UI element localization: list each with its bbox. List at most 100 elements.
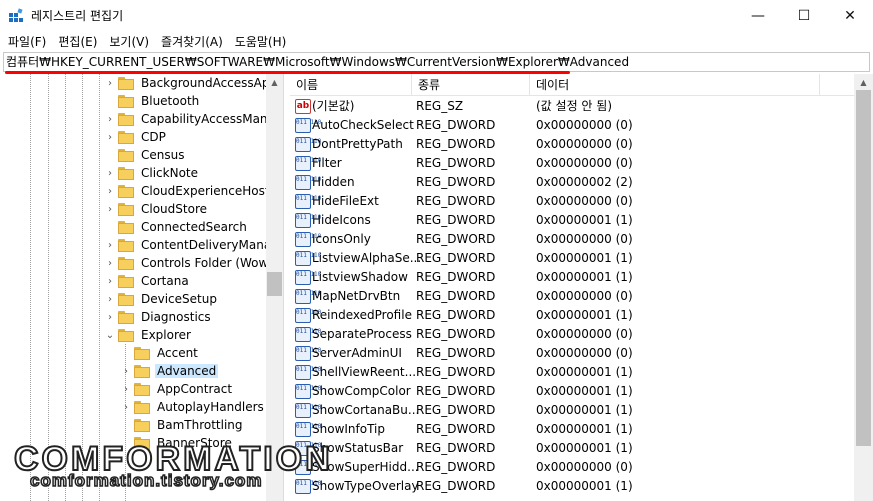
tree-item[interactable]: › DeviceSetup <box>104 290 219 308</box>
expand-chevron-icon[interactable]: › <box>120 366 132 377</box>
tree-item-label: BamThrottling <box>157 418 243 432</box>
menu-help[interactable]: 도움말(H) <box>231 33 295 50</box>
expand-chevron-icon[interactable]: › <box>104 258 116 269</box>
tree-item[interactable]: Bluetooth <box>104 92 201 110</box>
value-name: HideFileExt <box>312 194 379 208</box>
value-type: REG_DWORD <box>416 384 496 398</box>
value-data: 0x00000000 (0) <box>536 289 633 303</box>
column-header-type[interactable]: 종류 <box>412 74 530 96</box>
expand-chevron-icon[interactable]: › <box>104 240 116 251</box>
table-row[interactable]: 011 110 ShowCortanaBu... REG_DWORD 0x000000… <box>290 401 856 420</box>
expand-chevron-icon[interactable]: › <box>104 78 116 89</box>
table-row[interactable]: 011 110 HideFileExt REG_DWORD 0x00000000 (0… <box>290 192 856 211</box>
tree-item[interactable]: › Cortana <box>104 272 191 290</box>
table-row[interactable]: 011 110 Filter REG_DWORD 0x00000000 (0) <box>290 154 856 173</box>
folder-icon <box>118 148 134 162</box>
value-data: 0x00000001 (1) <box>536 270 633 284</box>
tree-item[interactable]: › BackgroundAccessAppl <box>104 74 282 92</box>
tree-item-label: AutoplayHandlers <box>157 400 264 414</box>
tree-item[interactable]: › CloudStore <box>104 200 209 218</box>
table-row[interactable]: 011 110 IconsOnly REG_DWORD 0x00000000 (0) <box>290 230 856 249</box>
expand-chevron-icon[interactable]: › <box>104 186 116 197</box>
value-type: REG_DWORD <box>416 365 496 379</box>
expand-chevron-icon[interactable]: › <box>104 132 116 143</box>
dword-value-icon: 011 110 <box>295 156 321 171</box>
values-list[interactable]: 이름 종류 데이터 ab (기본값) REG_SZ (값 설정 안 됨) 011 110… <box>290 74 873 501</box>
value-name: Filter <box>312 156 342 170</box>
menu-file[interactable]: 파일(F) <box>4 33 54 50</box>
tree-scroll-thumb[interactable] <box>267 272 282 296</box>
table-row[interactable]: 011 110 ServerAdminUI REG_DWORD 0x00000000 … <box>290 344 856 363</box>
scroll-up-arrow-icon[interactable]: ▲ <box>266 78 283 87</box>
expand-chevron-icon[interactable]: › <box>104 114 116 125</box>
minimize-button[interactable]: — <box>735 0 781 31</box>
menu-view[interactable]: 보기(V) <box>105 33 157 50</box>
table-row[interactable]: 011 110 DontPrettyPath REG_DWORD 0x00000000… <box>290 135 856 154</box>
value-type: REG_DWORD <box>416 137 496 151</box>
table-row[interactable]: 011 110 ShowSuperHidd... REG_DWORD 0x000000… <box>290 458 856 477</box>
expand-chevron-icon[interactable]: › <box>104 204 116 215</box>
expand-chevron-icon[interactable]: › <box>120 384 132 395</box>
expand-chevron-icon[interactable]: › <box>104 168 116 179</box>
tree-item[interactable]: Accent <box>120 344 200 362</box>
list-scroll-thumb[interactable] <box>856 90 871 446</box>
close-button[interactable]: ✕ <box>827 0 873 31</box>
table-row[interactable]: 011 110 Hidden REG_DWORD 0x00000002 (2) <box>290 173 856 192</box>
menu-favorites[interactable]: 즐겨찾기(A) <box>157 33 231 50</box>
value-data: 0x00000001 (1) <box>536 441 633 455</box>
value-type: REG_DWORD <box>416 308 496 322</box>
table-row[interactable]: 011 110 ShowTypeOverlay REG_DWORD 0x0000000… <box>290 477 856 496</box>
key-tree[interactable]: › BackgroundAccessAppl Bluetooth › Capabilit… <box>3 74 282 501</box>
tree-item[interactable]: › ContentDeliveryManage <box>104 236 282 254</box>
tree-item[interactable]: Census <box>104 146 186 164</box>
column-header-data[interactable]: 데이터 <box>530 74 820 96</box>
collapse-chevron-icon[interactable]: ⌄ <box>104 330 116 341</box>
value-data: 0x00000000 (0) <box>536 156 633 170</box>
value-name: ShowTypeOverlay <box>312 479 419 493</box>
table-row[interactable]: 011 110 ShowInfoTip REG_DWORD 0x00000001 (1… <box>290 420 856 439</box>
expand-chevron-icon[interactable]: › <box>104 312 116 323</box>
table-row[interactable]: 011 110 ShellViewReent... REG_DWORD 0x00000… <box>290 363 856 382</box>
dword-value-icon: 011 110 <box>295 479 321 494</box>
table-row[interactable]: 011 110 SeparateProcess REG_DWORD 0x0000000… <box>290 325 856 344</box>
address-bar[interactable]: 컴퓨터₩HKEY_CURRENT_USER₩SOFTWARE₩Microsoft… <box>3 52 870 72</box>
table-row[interactable]: 011 110 MapNetDrvBtn REG_DWORD 0x00000000 (… <box>290 287 856 306</box>
menu-edit[interactable]: 편집(E) <box>54 33 105 50</box>
dword-value-icon: 011 110 <box>295 403 321 418</box>
tree-item[interactable]: ConnectedSearch <box>104 218 249 236</box>
value-data: 0x00000000 (0) <box>536 118 633 132</box>
tree-item[interactable]: › CloudExperienceHost <box>104 182 272 200</box>
table-row[interactable]: 011 110 ShowStatusBar REG_DWORD 0x00000001 … <box>290 439 856 458</box>
tree-item[interactable]: › CDP <box>104 128 168 146</box>
tree-item[interactable]: › Controls Folder (Wow64 <box>104 254 282 272</box>
table-row[interactable]: 011 110 ShowCompColor REG_DWORD 0x00000001 … <box>290 382 856 401</box>
table-row[interactable]: ab (기본값) REG_SZ (값 설정 안 됨) <box>290 97 856 116</box>
tree-item[interactable]: › CapabilityAccessManag <box>104 110 282 128</box>
list-scrollbar[interactable]: ▲ <box>854 74 873 501</box>
value-type: REG_DWORD <box>416 118 496 132</box>
maximize-button[interactable]: ☐ <box>781 0 827 31</box>
table-row[interactable]: 011 110 ListviewAlphaSe... REG_DWORD 0x0000… <box>290 249 856 268</box>
column-header-name[interactable]: 이름 <box>290 74 412 96</box>
tree-item[interactable]: BamThrottling <box>120 416 245 434</box>
tree-item[interactable]: › ClickNote <box>104 164 200 182</box>
tree-guide-line <box>30 74 31 501</box>
tree-item[interactable]: › AppContract <box>120 380 234 398</box>
value-name: ReindexedProfile <box>312 308 412 322</box>
pane-splitter[interactable] <box>283 74 290 501</box>
value-name: DontPrettyPath <box>312 137 403 151</box>
value-type: REG_DWORD <box>416 270 496 284</box>
table-row[interactable]: 011 110 HideIcons REG_DWORD 0x00000001 (1) <box>290 211 856 230</box>
expand-chevron-icon[interactable]: › <box>104 276 116 287</box>
tree-item[interactable]: › Diagnostics <box>104 308 213 326</box>
tree-scrollbar[interactable]: ▲ <box>266 74 283 501</box>
tree-item[interactable]: › AutoplayHandlers <box>120 398 266 416</box>
table-row[interactable]: 011 110 ListviewShadow REG_DWORD 0x00000001… <box>290 268 856 287</box>
expand-chevron-icon[interactable]: › <box>120 402 132 413</box>
table-row[interactable]: 011 110 AutoCheckSelect REG_DWORD 0x0000000… <box>290 116 856 135</box>
expand-chevron-icon[interactable]: › <box>104 294 116 305</box>
table-row[interactable]: 011 110 ReindexedProfile REG_DWORD 0x000000… <box>290 306 856 325</box>
scroll-up-arrow-icon[interactable]: ▲ <box>854 78 873 87</box>
tree-item[interactable]: › Advanced <box>120 362 219 380</box>
tree-item[interactable]: ⌄ Explorer <box>104 326 193 344</box>
